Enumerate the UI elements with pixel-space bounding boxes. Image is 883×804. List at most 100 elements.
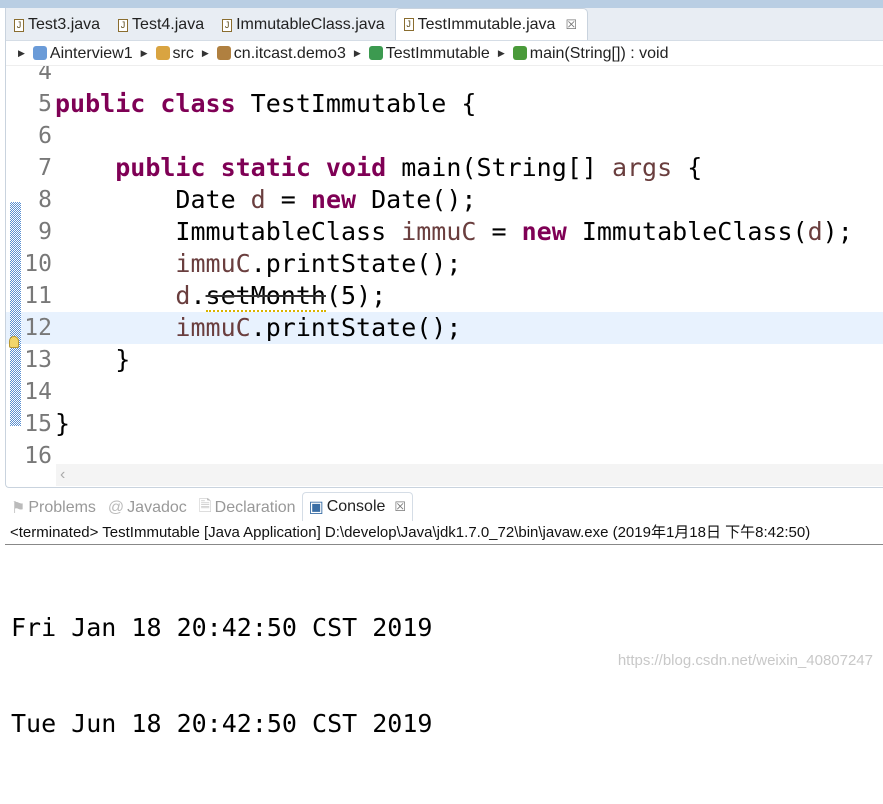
declaration-icon: 🗎 xyxy=(198,497,212,515)
code-text: ImmutableClass immuC = new ImmutableClas… xyxy=(55,216,853,248)
console-status: <terminated> TestImmutable [Java Applica… xyxy=(5,521,883,545)
line-number: 9 xyxy=(38,219,52,245)
code-line[interactable]: 13 } xyxy=(6,344,883,376)
breadcrumb-label: main(String[]) : void xyxy=(529,44,669,62)
chevron-right-icon[interactable]: ▶ xyxy=(141,48,148,59)
bottom-panel: ⚑ Problems @ Javadoc 🗎 Declaration ▣ Console ☒ <… xyxy=(5,492,883,738)
code-token: = xyxy=(476,217,522,246)
code-token: ); xyxy=(822,217,853,246)
panel-tab-problems[interactable]: ⚑ Problems xyxy=(5,495,102,521)
line-number: 14 xyxy=(24,379,52,405)
tab-testimmutable-java[interactable]: J TestImmutable.java ☒ xyxy=(394,8,589,40)
java-file-icon: J xyxy=(403,18,414,31)
line-number: 6 xyxy=(38,123,52,149)
variable: immuC xyxy=(175,249,251,278)
java-file-icon: J xyxy=(118,18,129,32)
console-line: Fri Jan 18 20:42:50 CST 2019 xyxy=(11,613,433,642)
code-token: ImmutableClass xyxy=(55,217,402,246)
code-line[interactable]: 11 d.setMonth(5); xyxy=(6,280,883,312)
breadcrumb-label: TestImmutable xyxy=(385,44,490,62)
variable: immuC xyxy=(175,313,251,342)
code-token: ImmutableClass( xyxy=(566,217,808,246)
code-token: = xyxy=(265,185,311,214)
code-line[interactable]: 5 public class TestImmutable { xyxy=(6,88,883,120)
change-ruler xyxy=(10,202,21,426)
panel-tab-label: Javadoc xyxy=(127,499,187,516)
breadcrumb-item-icon xyxy=(216,46,231,61)
watermark: https://blog.csdn.net/weixin_40807247 xyxy=(617,652,873,669)
code-line[interactable]: 14 xyxy=(6,376,883,408)
code-token: main(String[] xyxy=(386,153,612,182)
tab-test3-java[interactable]: J Test3.java xyxy=(6,10,110,40)
code-line[interactable]: 6 xyxy=(6,120,883,152)
tab-label: ImmutableClass.java xyxy=(236,16,385,33)
panel-tab-declaration[interactable]: 🗎 Declaration xyxy=(193,495,302,521)
line-number: 8 xyxy=(38,187,52,213)
tab-test4-java[interactable]: J Test4.java xyxy=(110,10,214,40)
variable: immuC xyxy=(401,217,477,246)
panel-tabs: ⚑ Problems @ Javadoc 🗎 Declaration ▣ Console ☒ xyxy=(5,492,883,521)
code-text: Date d = new Date(); xyxy=(55,184,476,216)
keyword: new xyxy=(310,185,357,214)
panel-tab-label: Declaration xyxy=(214,499,296,516)
warning-lightbulb-icon[interactable] xyxy=(9,336,19,348)
code-line[interactable]: 12 immuC.printState(); xyxy=(6,312,883,344)
code-text: immuC.printState(); xyxy=(55,248,461,280)
console-icon: ▣ xyxy=(308,499,324,516)
code-area[interactable]: 16 15} 14 13 } 12 immuC.printState(); 11 d.se… xyxy=(6,66,883,466)
code-token: { xyxy=(672,153,703,182)
chevron-right-icon[interactable]: ▶ xyxy=(18,48,25,59)
line-number: 16 xyxy=(24,443,52,466)
keyword: public xyxy=(55,89,146,118)
chevron-right-icon[interactable]: ▶ xyxy=(498,48,505,59)
java-file-icon: J xyxy=(222,18,233,32)
code-token: } xyxy=(55,345,131,374)
breadcrumb-item[interactable]: src xyxy=(155,45,194,63)
keyword: class xyxy=(145,89,236,118)
problems-icon: ⚑ xyxy=(11,500,26,517)
panel-tab-javadoc[interactable]: @ Javadoc xyxy=(102,495,193,521)
breadcrumb-item-icon xyxy=(368,46,383,61)
breadcrumb-item[interactable]: Ainterview1 xyxy=(32,45,133,63)
variable: d xyxy=(807,217,823,246)
code-line[interactable]: 16 xyxy=(6,440,883,466)
breadcrumb-item[interactable]: cn.itcast.demo3 xyxy=(216,45,346,63)
line-number: 7 xyxy=(38,155,52,181)
code-line[interactable]: 9 ImmutableClass immuC = new ImmutableCl… xyxy=(6,216,883,248)
javadoc-icon: @ xyxy=(107,499,125,516)
panel-tab-label: Console xyxy=(326,498,386,515)
line-number: 11 xyxy=(24,283,52,309)
code-text: d.setMonth(5); xyxy=(55,280,386,312)
close-icon[interactable]: ☒ xyxy=(565,17,577,33)
code-text: immuC.printState(); xyxy=(55,312,461,344)
line-number: 15 xyxy=(24,411,52,437)
chevron-right-icon[interactable]: ▶ xyxy=(354,48,361,59)
code-line[interactable]: 10 immuC.printState(); xyxy=(6,248,883,280)
code-text: public static void main(String[] args { xyxy=(55,152,702,184)
close-icon[interactable]: ☒ xyxy=(394,499,406,515)
code-line[interactable]: 4 xyxy=(6,66,883,88)
breadcrumb-item[interactable]: TestImmutable xyxy=(368,44,490,63)
code-token: (5); xyxy=(325,281,387,310)
line-number: 10 xyxy=(24,251,52,277)
code-text: } xyxy=(55,408,70,440)
variable: args xyxy=(611,153,673,182)
code-token: Date(); xyxy=(356,185,477,214)
panel-tab-console[interactable]: ▣ Console ☒ xyxy=(301,492,414,521)
line-number: 13 xyxy=(24,347,52,373)
chevron-right-icon[interactable]: ▶ xyxy=(202,48,209,59)
tab-immutableclass-java[interactable]: J ImmutableClass.java xyxy=(214,10,395,40)
horizontal-scrollbar[interactable]: ‹ xyxy=(56,464,883,486)
code-token: . xyxy=(190,281,206,310)
code-token: } xyxy=(55,409,71,438)
code-line[interactable]: 15} xyxy=(6,408,883,440)
code-line[interactable]: 8 Date d = new Date(); xyxy=(6,184,883,216)
line-number: 5 xyxy=(38,91,52,117)
tab-label: TestImmutable.java xyxy=(417,15,556,33)
breadcrumb-item[interactable]: main(String[]) : void xyxy=(512,44,669,63)
code-line[interactable]: 7 public static void main(String[] args … xyxy=(6,152,883,184)
variable: d xyxy=(175,281,191,310)
